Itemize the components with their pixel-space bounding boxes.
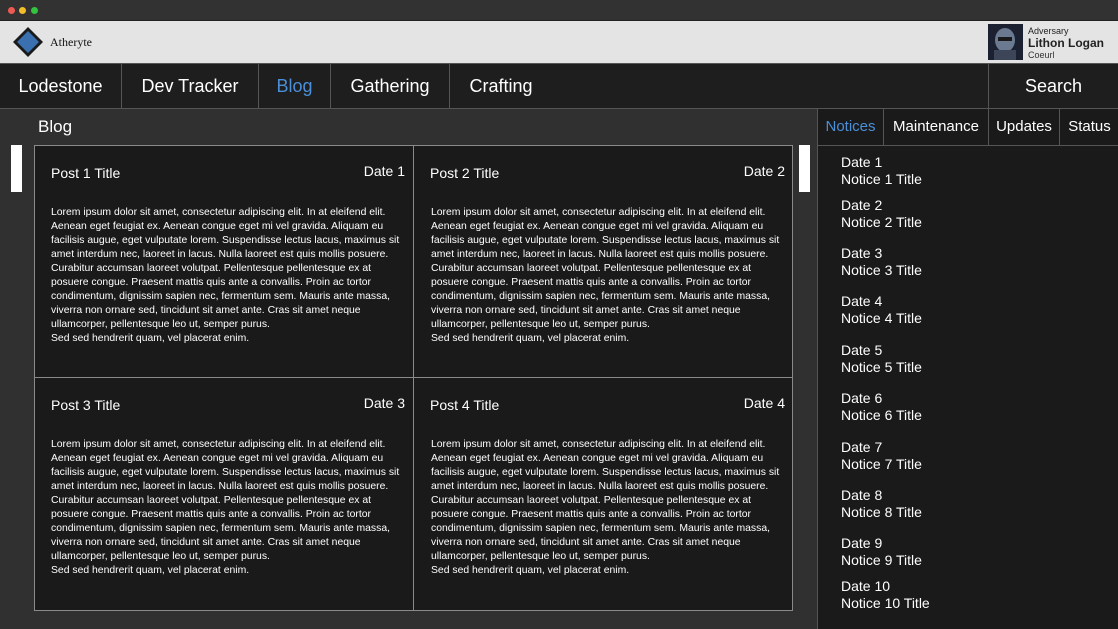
scroll-left-button[interactable]	[11, 145, 22, 192]
notice-item[interactable]: Date 6 Notice 6 Title	[841, 390, 922, 424]
post-body: Lorem ipsum dolor sit amet, consectetur …	[431, 207, 780, 344]
notice-title[interactable]: Notice 1 Title	[841, 171, 922, 188]
notice-item[interactable]: Date 10 Notice 10 Title	[841, 578, 930, 612]
window-titlebar	[0, 0, 1118, 21]
post-date: Date 1	[363, 163, 405, 179]
nav-item-crafting[interactable]: Crafting	[450, 64, 552, 109]
notice-title[interactable]: Notice 7 Title	[841, 456, 922, 473]
maximize-window-button[interactable]	[31, 7, 38, 14]
user-server: Coeurl	[1028, 50, 1055, 60]
close-window-button[interactable]	[8, 7, 15, 14]
post-date: Date 2	[743, 163, 785, 179]
notice-date: Date 4	[841, 293, 883, 309]
brand-name[interactable]: Atheryte	[50, 35, 92, 50]
blog-post[interactable]: Post 3 Title Date 3 Lorem ipsum dolor si…	[35, 378, 414, 610]
notice-item[interactable]: Date 5 Notice 5 Title	[841, 342, 922, 376]
post-title[interactable]: Post 2 Title	[430, 165, 499, 181]
avatar[interactable]	[988, 24, 1023, 60]
post-title[interactable]: Post 4 Title	[430, 397, 499, 413]
notice-date: Date 3	[841, 245, 883, 261]
notice-item[interactable]: Date 8 Notice 8 Title	[841, 487, 922, 521]
notice-title[interactable]: Notice 5 Title	[841, 359, 922, 376]
notice-title[interactable]: Notice 8 Title	[841, 504, 922, 521]
notice-item[interactable]: Date 7 Notice 7 Title	[841, 439, 922, 473]
brand-bar: Atheryte Adversary Lithon Logan Coeurl	[0, 21, 1118, 63]
notice-date: Date 7	[841, 439, 883, 455]
notice-date: Date 2	[841, 197, 883, 213]
nav-item-gathering[interactable]: Gathering	[331, 64, 450, 109]
notice-date: Date 9	[841, 535, 883, 551]
diamond-logo-icon[interactable]	[12, 26, 44, 58]
notice-title[interactable]: Notice 2 Title	[841, 214, 922, 231]
notice-title[interactable]: Notice 9 Title	[841, 552, 922, 569]
notice-date: Date 1	[841, 154, 883, 170]
search-button[interactable]: Search	[988, 64, 1118, 109]
tab-maintenance[interactable]: Maintenance	[884, 109, 989, 145]
notice-item[interactable]: Date 9 Notice 9 Title	[841, 535, 922, 569]
tab-updates[interactable]: Updates	[989, 109, 1060, 145]
notice-item[interactable]: Date 3 Notice 3 Title	[841, 245, 922, 279]
post-body: Lorem ipsum dolor sit amet, consectetur …	[431, 439, 780, 576]
nav-item-dev-tracker[interactable]: Dev Tracker	[122, 64, 259, 109]
user-name[interactable]: Lithon Logan	[1028, 36, 1104, 50]
nav-item-blog[interactable]: Blog	[259, 64, 331, 109]
blog-post[interactable]: Post 4 Title Date 4 Lorem ipsum dolor si…	[414, 378, 793, 610]
main-nav: Lodestone Dev Tracker Blog Gathering Cra…	[0, 63, 1118, 109]
nav-item-lodestone[interactable]: Lodestone	[0, 64, 122, 109]
tab-status[interactable]: Status	[1060, 109, 1118, 145]
blog-post-grid: Post 1 Title Date 1 Lorem ipsum dolor si…	[34, 145, 793, 611]
post-body: Lorem ipsum dolor sit amet, consectetur …	[51, 439, 400, 576]
post-date: Date 3	[363, 395, 405, 411]
scroll-right-button[interactable]	[799, 145, 810, 192]
notice-title[interactable]: Notice 10 Title	[841, 595, 930, 612]
notices-sidebar: Notices Maintenance Updates Status Date …	[817, 109, 1118, 629]
post-title[interactable]: Post 1 Title	[51, 165, 120, 181]
user-role: Adversary	[1028, 26, 1069, 36]
notice-title[interactable]: Notice 3 Title	[841, 262, 922, 279]
blog-heading: Blog	[38, 117, 73, 136]
post-body: Lorem ipsum dolor sit amet, consectetur …	[51, 207, 400, 344]
minimize-window-button[interactable]	[19, 7, 26, 14]
notice-title[interactable]: Notice 6 Title	[841, 407, 922, 424]
notice-title[interactable]: Notice 4 Title	[841, 310, 922, 327]
sidebar-tabs: Notices Maintenance Updates Status	[818, 109, 1118, 146]
notice-item[interactable]: Date 4 Notice 4 Title	[841, 293, 922, 327]
notice-date: Date 8	[841, 487, 883, 503]
tab-notices[interactable]: Notices	[818, 109, 884, 145]
notice-item[interactable]: Date 2 Notice 2 Title	[841, 197, 922, 231]
blog-post[interactable]: Post 2 Title Date 2 Lorem ipsum dolor si…	[414, 146, 793, 378]
notice-date: Date 5	[841, 342, 883, 358]
notice-item[interactable]: Date 1 Notice 1 Title	[841, 154, 922, 188]
blog-post[interactable]: Post 1 Title Date 1 Lorem ipsum dolor si…	[35, 146, 414, 378]
notice-date: Date 10	[841, 578, 891, 594]
notice-date: Date 6	[841, 390, 883, 406]
post-title[interactable]: Post 3 Title	[51, 397, 120, 413]
post-date: Date 4	[743, 395, 785, 411]
